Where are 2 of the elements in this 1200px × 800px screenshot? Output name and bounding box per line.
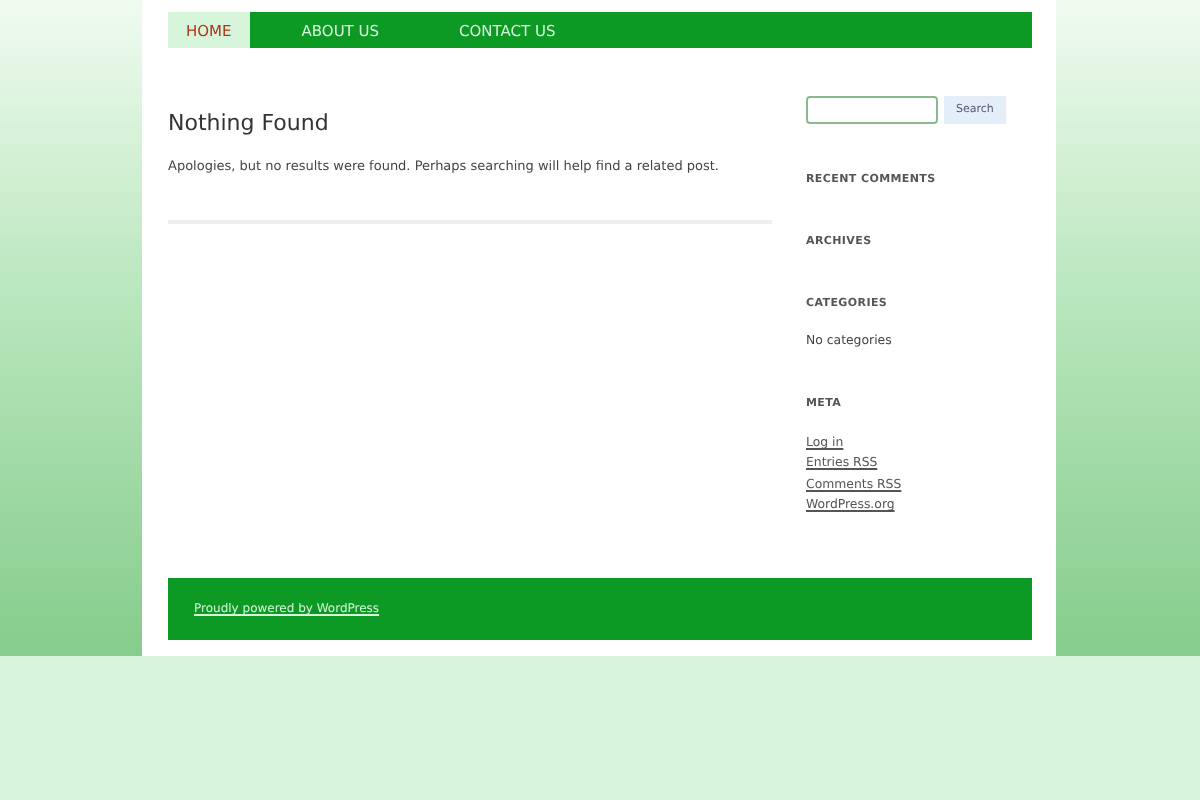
page-heading: Nothing Found (168, 110, 331, 136)
search-field[interactable] (806, 96, 938, 124)
